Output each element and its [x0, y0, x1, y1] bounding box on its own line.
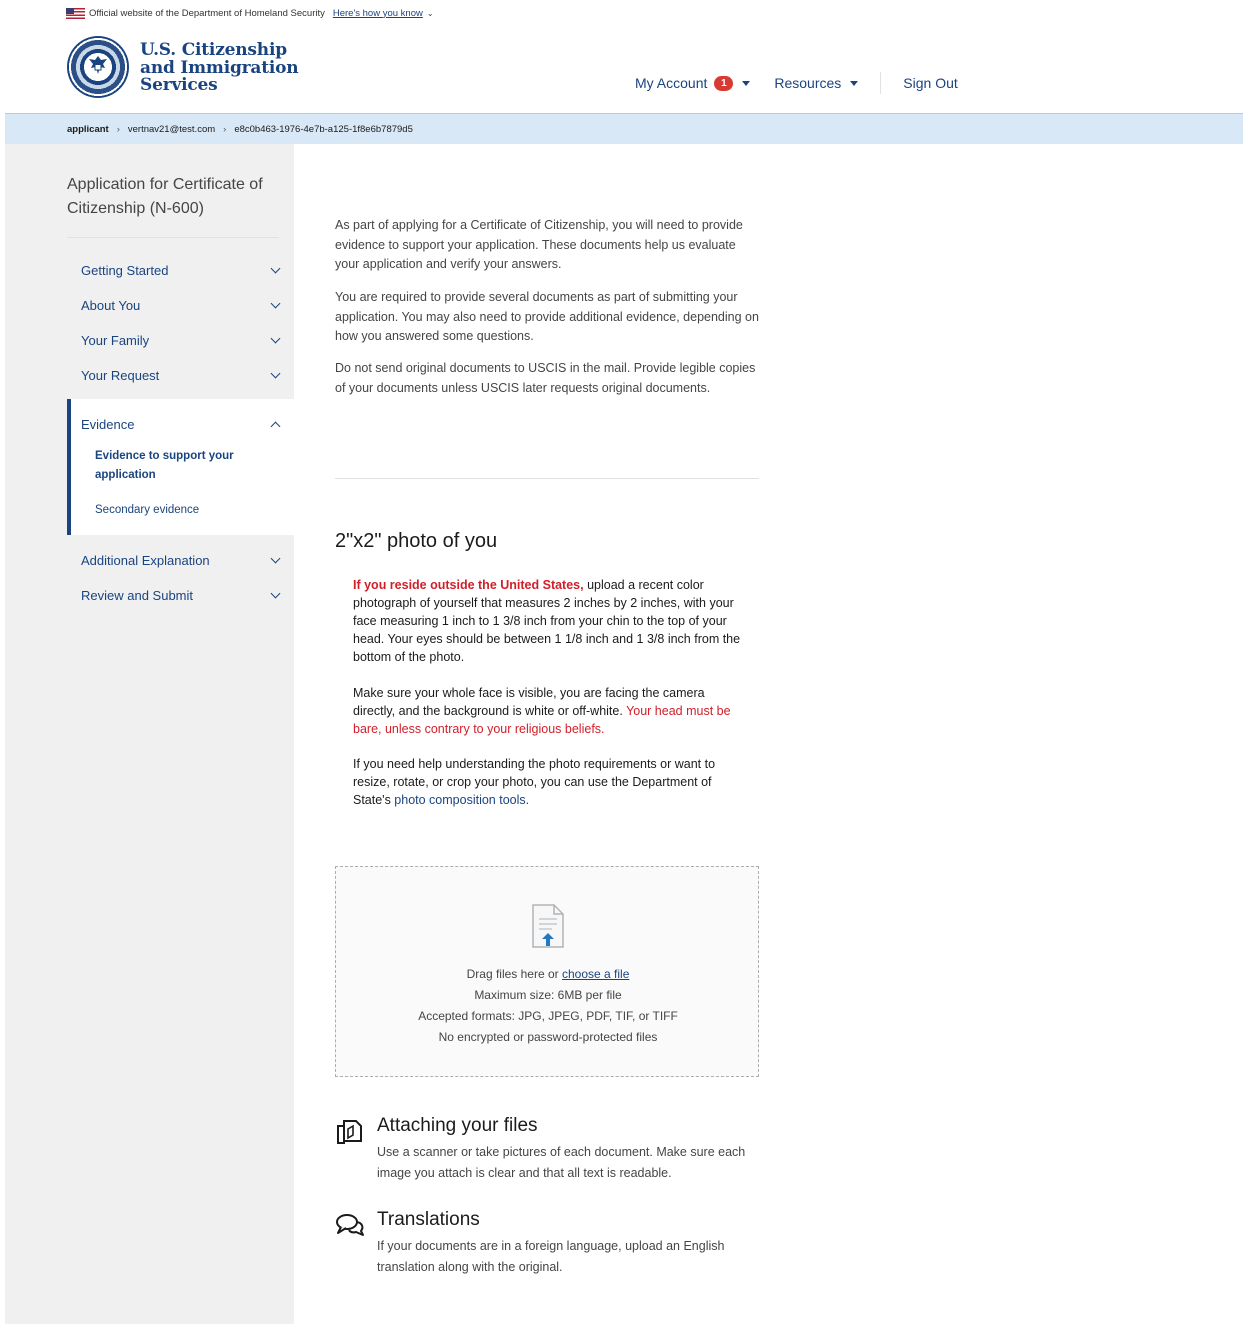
subitem-label-line-2: application [95, 469, 156, 481]
no-encrypted-text: No encrypted or password-protected files [438, 1030, 658, 1044]
section-divider [335, 478, 759, 479]
translations-text: If your documents are in a foreign langu… [377, 1239, 725, 1274]
chevron-up-icon [270, 421, 281, 431]
dhs-seal-icon[interactable] [67, 36, 129, 98]
copy-files-icon [337, 1120, 362, 1144]
translations-heading: Translations [377, 1209, 480, 1230]
sidebar-subitem-evidence-to-support[interactable]: Evidence to support your application [95, 447, 234, 485]
chevron-down-icon [270, 298, 281, 308]
chevron-down-icon [270, 333, 281, 343]
resources-label: Resources [774, 75, 842, 91]
intro-paragraph-3: Do not send original documents to USCIS … [335, 361, 756, 395]
sidebar-item-label: About You [81, 297, 141, 313]
sidebar-divider [67, 237, 279, 238]
sidebar-item-label: Evidence [81, 416, 135, 432]
chevron-down-icon[interactable]: ⌄ [427, 9, 434, 18]
chevron-down-icon [270, 263, 281, 273]
breadcrumb-item-case-id: e8c0b463-1976-4e7b-a125-1f8e6b7879d5 [234, 123, 413, 135]
drag-files-text: Drag files here or choose a file [336, 967, 760, 981]
chevron-down-icon [270, 553, 281, 563]
chevron-down-icon [270, 588, 281, 598]
drag-files-label: Drag files here or [466, 967, 562, 981]
accepted-formats-text: Accepted formats: JPG, JPEG, PDF, TIF, o… [418, 1009, 678, 1023]
breadcrumb-item-applicant[interactable]: applicant [67, 124, 109, 135]
official-banner: Official website of the Department of Ho… [66, 5, 434, 21]
nav-divider [880, 72, 882, 94]
agency-name[interactable]: U.S. Citizenship and Immigration Service… [140, 40, 299, 95]
photo-requirement-2: Make sure your whole face is visible, yo… [353, 684, 749, 738]
sidebar-item-label: Your Request [81, 367, 160, 383]
site-header: U.S. Citizenship and Immigration Service… [5, 28, 1243, 114]
breadcrumb: applicant › vertnav21@test.com › e8c0b46… [5, 113, 1243, 144]
sidebar-item-about-you[interactable]: About You [81, 293, 281, 317]
sidebar-subitem-secondary-evidence[interactable]: Secondary evidence [95, 501, 199, 520]
sidebar-item-your-request[interactable]: Your Request [81, 363, 281, 387]
intro-paragraph-2: You are required to provide several docu… [335, 290, 759, 343]
sidebar-item-additional-explanation[interactable]: Additional Explanation [81, 548, 281, 572]
caret-down-icon [742, 80, 751, 86]
agency-line-3: Services [140, 75, 218, 95]
breadcrumb-separator: › [116, 123, 120, 135]
subitem-label-line-1: Evidence to support your [95, 450, 234, 462]
photo-requirement-3: If you need help understanding the photo… [353, 755, 749, 809]
photo-section-heading: 2"x2" photo of you [335, 530, 498, 552]
side-navigation: Application for Certificate of Citizensh… [5, 144, 294, 1324]
heres-how-you-know-link[interactable]: Here's how you know [333, 8, 423, 19]
sidebar-item-label: Your Family [81, 332, 150, 348]
agency-line-1: U.S. Citizenship [140, 40, 287, 60]
resources-menu[interactable]: Resources [774, 75, 859, 91]
max-size-text: Maximum size: 6MB per file [474, 988, 622, 1002]
file-upload-icon [532, 904, 564, 948]
outside-us-alert: If you reside outside the United States, [353, 578, 584, 592]
my-account-menu[interactable]: My Account 1 [635, 75, 751, 91]
chevron-down-icon [270, 368, 281, 378]
file-dropzone[interactable]: Drag files here or choose a file Maximum… [335, 866, 759, 1077]
speech-bubbles-icon [336, 1214, 364, 1236]
sidebar-item-label: Additional Explanation [81, 552, 210, 568]
attaching-files-text: Use a scanner or take pictures of each d… [377, 1145, 746, 1180]
notification-badge: 1 [714, 75, 734, 91]
photo-composition-tools-link[interactable]: photo composition tools. [394, 793, 529, 807]
sign-out-label: Sign Out [903, 75, 958, 91]
sidebar-item-evidence[interactable]: Evidence [81, 412, 281, 436]
photo-requirement-1: If you reside outside the United States,… [353, 576, 749, 666]
breadcrumb-separator: › [223, 123, 227, 135]
form-title: Application for Certificate of Citizensh… [67, 176, 263, 217]
official-text: Official website of the Department of Ho… [89, 7, 325, 19]
top-navigation: My Account 1 Resources Sign Out [635, 72, 958, 94]
sidebar-item-review-and-submit[interactable]: Review and Submit [81, 583, 281, 607]
sidebar-item-label: Review and Submit [81, 587, 193, 603]
intro-paragraph-1: As part of applying for a Certificate of… [335, 218, 743, 271]
attaching-files-heading: Attaching your files [377, 1115, 538, 1136]
choose-file-link[interactable]: choose a file [562, 967, 629, 981]
caret-down-icon [850, 80, 859, 86]
us-flag-icon [66, 7, 85, 19]
sign-out-button[interactable]: Sign Out [903, 75, 957, 91]
sidebar-item-your-family[interactable]: Your Family [81, 328, 281, 352]
breadcrumb-item-email[interactable]: vertnav21@test.com [128, 124, 215, 135]
eagle-icon [89, 56, 107, 74]
my-account-label: My Account [635, 75, 708, 91]
sidebar-item-label: Getting Started [81, 262, 169, 278]
sidebar-item-getting-started[interactable]: Getting Started [81, 258, 281, 282]
